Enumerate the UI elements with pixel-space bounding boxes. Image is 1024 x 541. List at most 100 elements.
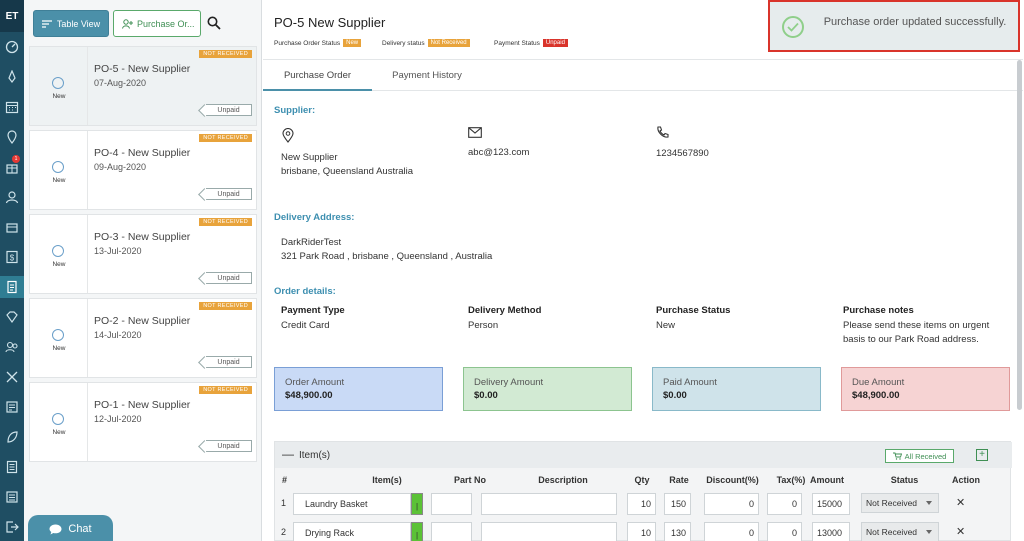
- column-header: Item(s): [372, 475, 402, 485]
- report-icon[interactable]: [3, 398, 21, 416]
- delete-row-icon[interactable]: ✕: [956, 496, 965, 509]
- tax-input[interactable]: 0: [767, 522, 802, 541]
- logout-icon[interactable]: [3, 518, 21, 536]
- order-card[interactable]: New NOT RECEIVED PO-4 - New Supplier 09-Aug…: [29, 130, 257, 210]
- new-purchase-order-button[interactable]: Purchase Or...: [113, 10, 201, 37]
- status-select[interactable]: Not Received: [861, 493, 939, 513]
- payment-status: Payment Status Unpaid: [494, 39, 568, 47]
- receive-status-badge: NOT RECEIVED: [199, 50, 252, 58]
- order-status-column: New: [30, 383, 88, 461]
- collapse-icon[interactable]: —: [282, 447, 294, 461]
- order-card[interactable]: New NOT RECEIVED PO-2 - New Supplier 14-Jul…: [29, 298, 257, 378]
- po-status-label: Purchase Order Status: [274, 39, 341, 47]
- status-circle-icon: [52, 413, 64, 425]
- status-circle-icon: [52, 161, 64, 173]
- dashboard-icon[interactable]: [3, 38, 21, 56]
- ledger-icon[interactable]: [3, 458, 21, 476]
- qty-input[interactable]: 10: [627, 522, 656, 541]
- list-icon[interactable]: [3, 488, 21, 506]
- order-card[interactable]: New NOT RECEIVED PO-3 - New Supplier 13-Jul…: [29, 214, 257, 294]
- dollar-icon[interactable]: $: [3, 248, 21, 266]
- delivery-method-label: Delivery Method: [468, 305, 542, 316]
- column-header: Status: [890, 475, 919, 485]
- discount-input[interactable]: 0: [704, 522, 759, 541]
- purchase-orders-icon[interactable]: [0, 276, 24, 298]
- delivery-name: DarkRiderTest: [281, 237, 342, 248]
- order-card[interactable]: New NOT RECEIVED PO-5 - New Supplier 07-Aug…: [29, 46, 257, 126]
- search-icon[interactable]: [207, 16, 221, 30]
- purchase-notes-line1: Please send these items on urgent: [843, 320, 990, 331]
- leaf-icon[interactable]: [3, 428, 21, 446]
- table-row: 1 Laundry Basket | 10 150 0 0 15000 Not Received…: [275, 490, 996, 518]
- box-icon[interactable]: [3, 218, 21, 236]
- scrollbar[interactable]: [1017, 60, 1022, 410]
- delivery-amount-label: Delivery Amount: [474, 377, 544, 388]
- column-header: Discount(%): [706, 475, 759, 485]
- order-card[interactable]: New NOT RECEIVED PO-1 - New Supplier 12-Jul…: [29, 382, 257, 462]
- chat-button[interactable]: Chat: [28, 515, 113, 541]
- purchase-order-label: Purchase Or...: [137, 18, 195, 29]
- app-logo[interactable]: ET: [0, 0, 24, 32]
- description-input[interactable]: [481, 522, 617, 541]
- user-icon[interactable]: [3, 188, 21, 206]
- payment-tag: Unpaid: [206, 104, 252, 116]
- delivery-address-heading: Delivery Address:: [274, 212, 355, 223]
- delivery-address: 321 Park Road , brisbane , Queensland , …: [281, 251, 493, 262]
- toast-message: Purchase order updated successfully.: [823, 16, 1007, 28]
- payment-type-value: Credit Card: [281, 320, 330, 331]
- order-title: PO-3 - New Supplier: [94, 231, 191, 243]
- phone-icon: [657, 126, 669, 138]
- calendar-icon[interactable]: [3, 98, 21, 116]
- rate-input[interactable]: 130: [664, 522, 691, 541]
- receive-status-badge: NOT RECEIVED: [199, 386, 252, 394]
- tab-purchase-order[interactable]: Purchase Order: [263, 60, 372, 91]
- order-date: 13-Jul-2020: [94, 246, 142, 256]
- order-title: PO-1 - New Supplier: [94, 399, 191, 411]
- add-item-button[interactable]: +: [976, 449, 988, 461]
- column-header: Action: [952, 475, 980, 485]
- table-view-button[interactable]: Table View: [33, 10, 109, 37]
- item-name-input[interactable]: Drying Rack: [293, 522, 411, 541]
- tools-icon[interactable]: [3, 368, 21, 386]
- table-row: 2 Drying Rack | 10 130 0 0 13000 Not Received ✕: [275, 519, 996, 541]
- diamond-icon[interactable]: [3, 308, 21, 326]
- delivery-amount-card: Delivery Amount $0.00: [463, 367, 632, 411]
- status-circle-icon: [52, 329, 64, 341]
- qty-input[interactable]: 10: [627, 493, 656, 515]
- order-amount-value: $48,900.00: [285, 390, 333, 401]
- tab-payment-history[interactable]: Payment History: [375, 60, 479, 91]
- payment-tag: Unpaid: [206, 356, 252, 368]
- discount-input[interactable]: 0: [704, 493, 759, 515]
- cart-icon: [892, 452, 902, 460]
- all-received-button[interactable]: All Received: [885, 449, 954, 463]
- description-input[interactable]: [481, 493, 617, 515]
- order-status-column: New: [30, 47, 88, 125]
- rate-input[interactable]: 150: [664, 493, 691, 515]
- rocket-icon[interactable]: [3, 68, 21, 86]
- delivery-amount-value: $0.00: [474, 390, 498, 401]
- location-icon[interactable]: [3, 128, 21, 146]
- amount-input[interactable]: 13000: [812, 522, 850, 541]
- row-number: 1: [281, 498, 287, 508]
- supplier-heading: Supplier:: [274, 105, 316, 116]
- due-amount-card: Due Amount $48,900.00: [841, 367, 1010, 411]
- item-name-input[interactable]: Laundry Basket: [293, 493, 411, 515]
- users-icon[interactable]: [3, 338, 21, 356]
- purchase-status-label: Purchase Status: [656, 305, 731, 316]
- part-no-input[interactable]: [431, 493, 472, 515]
- receive-status-badge: NOT RECEIVED: [199, 302, 252, 310]
- order-status-column: New: [30, 215, 88, 293]
- item-picker-button[interactable]: |: [411, 522, 423, 541]
- part-no-input[interactable]: [431, 522, 472, 541]
- paid-amount-card: Paid Amount $0.00: [652, 367, 821, 411]
- item-picker-button[interactable]: |: [411, 493, 423, 515]
- tax-input[interactable]: 0: [767, 493, 802, 515]
- amount-input[interactable]: 15000: [812, 493, 850, 515]
- status-select[interactable]: Not Received: [861, 522, 939, 541]
- status-circle-icon: [52, 77, 64, 89]
- notification-badge: 1: [12, 155, 20, 163]
- order-title: PO-5 - New Supplier: [94, 63, 191, 75]
- delete-row-icon[interactable]: ✕: [956, 525, 965, 538]
- receive-status-badge: NOT RECEIVED: [199, 218, 252, 226]
- app-window: ET 1 $ Table View Purchase Or... New NOT …: [0, 0, 1024, 541]
